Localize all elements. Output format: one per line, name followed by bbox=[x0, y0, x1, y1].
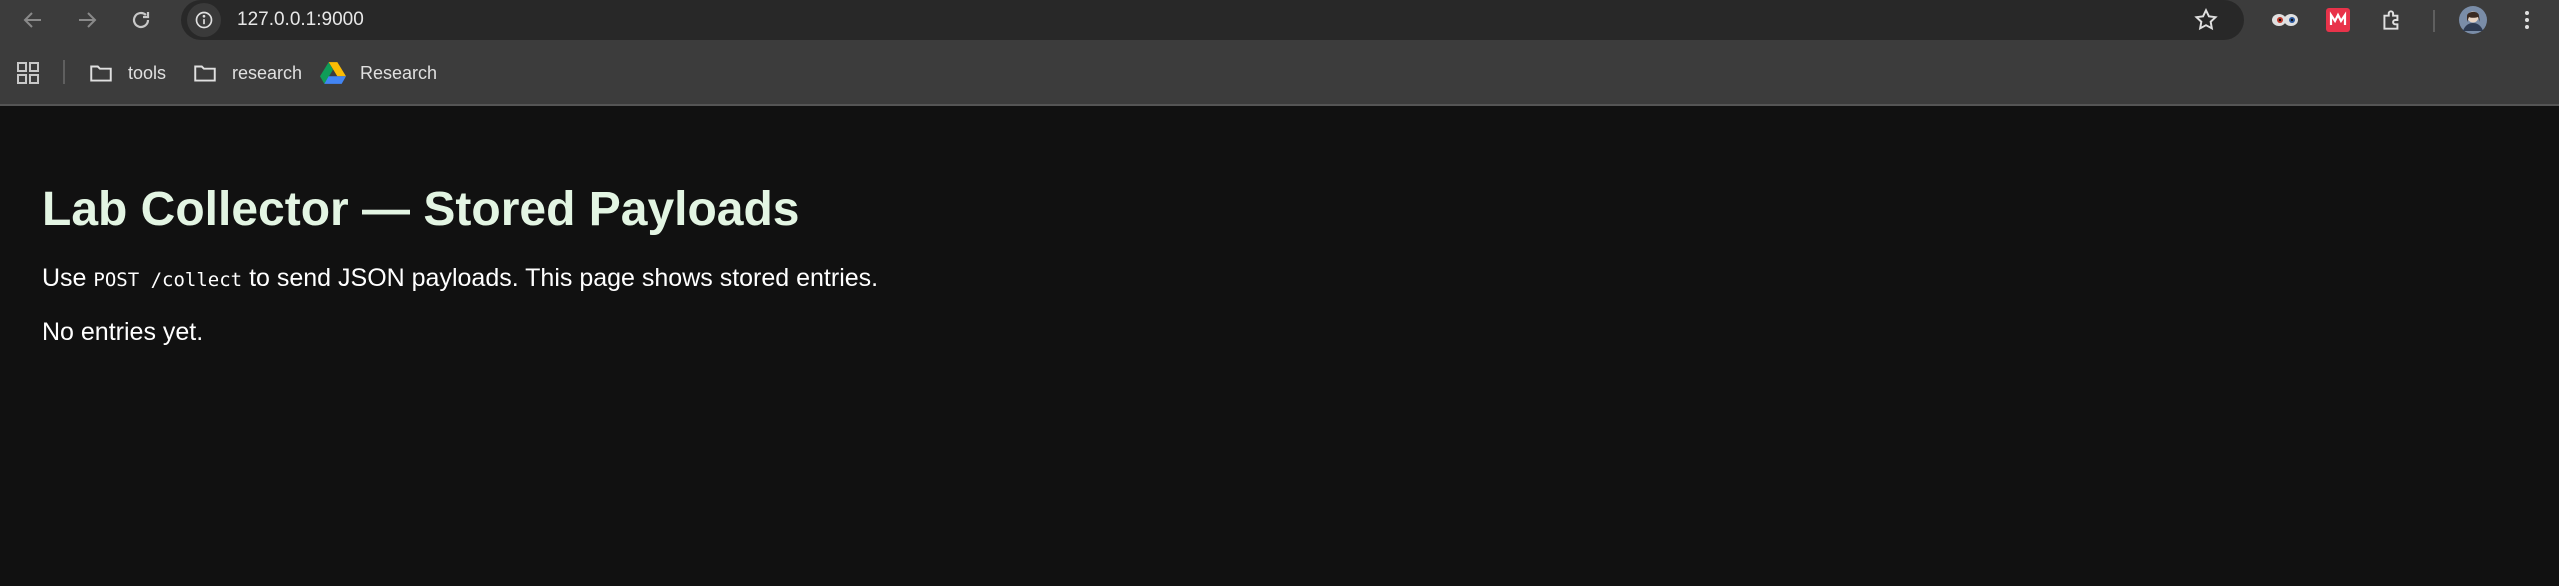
forward-button[interactable] bbox=[67, 0, 107, 40]
intro-after: to send JSON payloads. This page shows s… bbox=[242, 264, 879, 292]
info-icon bbox=[195, 11, 213, 29]
bookmark-label: Research bbox=[360, 62, 438, 83]
bookmark-label: research bbox=[232, 62, 303, 83]
bookmark-folder-research[interactable]: research bbox=[192, 40, 302, 106]
empty-state-message: No entries yet. bbox=[42, 318, 204, 346]
bookmarks-bar: tools research Research bbox=[0, 40, 2559, 106]
apps-grid-icon[interactable] bbox=[16, 61, 40, 85]
bookmarks-divider bbox=[63, 60, 65, 84]
toolbar-divider bbox=[2433, 10, 2435, 32]
folder-icon bbox=[90, 65, 112, 82]
browser-chrome: 127.0.0.1:9000 tools research Research bbox=[0, 0, 2559, 106]
back-button[interactable] bbox=[13, 0, 53, 40]
reload-icon bbox=[132, 11, 150, 29]
bookmark-folder-tools[interactable]: tools bbox=[88, 40, 166, 106]
red-extension-icon[interactable] bbox=[2318, 0, 2358, 40]
arrow-right-icon bbox=[79, 12, 97, 28]
profile-avatar[interactable] bbox=[2453, 0, 2493, 40]
intro-text: Use POST /collect to send JSON payloads.… bbox=[42, 262, 2559, 296]
address-bar[interactable]: 127.0.0.1:9000 bbox=[181, 0, 2244, 40]
eyes-extension-icon[interactable] bbox=[2265, 0, 2305, 40]
puzzle-icon[interactable] bbox=[2372, 0, 2412, 40]
arrow-left-icon bbox=[23, 12, 41, 28]
star-icon bbox=[2194, 8, 2218, 31]
bookmark-drive-research[interactable]: Research bbox=[320, 40, 437, 106]
intro-before: Use bbox=[42, 264, 94, 292]
browser-toolbar: 127.0.0.1:9000 bbox=[0, 0, 2559, 40]
endpoint-code: POST /collect bbox=[93, 269, 243, 291]
kebab-menu-icon[interactable] bbox=[2507, 0, 2547, 40]
url-text[interactable]: 127.0.0.1:9000 bbox=[237, 9, 364, 31]
reload-button[interactable] bbox=[121, 0, 161, 40]
page-title: Lab Collector — Stored Payloads bbox=[42, 183, 800, 236]
bookmark-star-button[interactable] bbox=[2186, 0, 2226, 40]
bookmark-label: tools bbox=[128, 62, 167, 83]
site-info-button[interactable] bbox=[187, 3, 221, 37]
folder-icon bbox=[194, 65, 216, 82]
page-content: Lab Collector — Stored Payloads Use POST… bbox=[0, 106, 2559, 348]
google-drive-icon bbox=[320, 62, 346, 84]
